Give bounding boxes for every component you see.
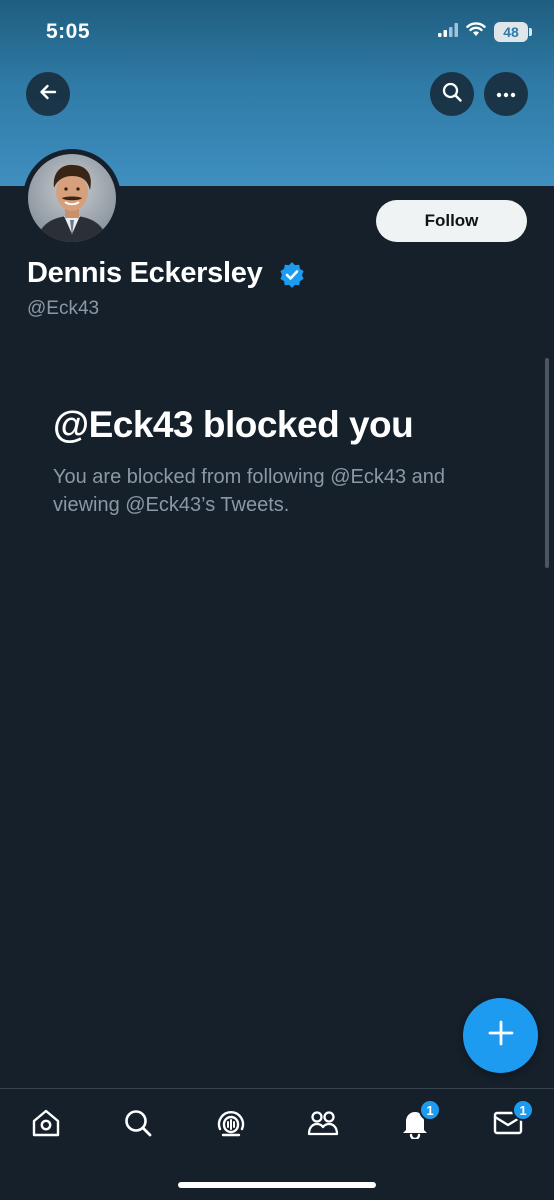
status-icons: 48 [438,22,532,42]
tab-communities[interactable] [303,1105,343,1145]
cellular-signal-icon [438,22,458,42]
profile-screen: 5:05 48 Follow Dennis Eckersley @Eck43 @… [0,0,554,1200]
follow-button[interactable]: Follow [376,200,527,242]
blocked-message: You are blocked from following @Eck43 an… [53,466,446,516]
handle: @Eck43 [27,298,100,319]
back-arrow-icon [38,82,58,107]
compose-tweet-button[interactable] [463,998,538,1073]
communities-icon [306,1107,340,1144]
avatar[interactable] [23,149,121,247]
search-icon [441,81,463,108]
search-button[interactable] [430,72,474,116]
search-icon [122,1107,154,1144]
spaces-icon [215,1107,247,1144]
back-button[interactable] [26,72,70,116]
status-time: 5:05 [46,20,91,43]
messages-badge: 1 [512,1099,534,1121]
battery-icon: 48 [494,22,532,42]
more-options-icon [496,85,516,103]
home-indicator [178,1182,376,1188]
plus-icon [488,1020,514,1051]
more-options-button[interactable] [484,72,528,116]
wifi-icon [466,22,486,42]
scrollbar[interactable] [545,358,549,568]
display-name: Dennis Eckersley [27,257,263,289]
status-bar: 5:05 48 [0,0,554,66]
home-icon [30,1107,62,1144]
tab-messages[interactable]: 1 [488,1099,534,1145]
blocked-title: @Eck43 blocked you [53,404,414,445]
tab-search[interactable] [118,1105,158,1145]
tab-notifications[interactable]: 1 [395,1099,441,1145]
notifications-badge: 1 [419,1099,441,1121]
avatar-photo [28,154,116,242]
verified-badge-icon [279,262,305,288]
tab-spaces[interactable] [211,1105,251,1145]
tab-home[interactable] [26,1105,66,1145]
